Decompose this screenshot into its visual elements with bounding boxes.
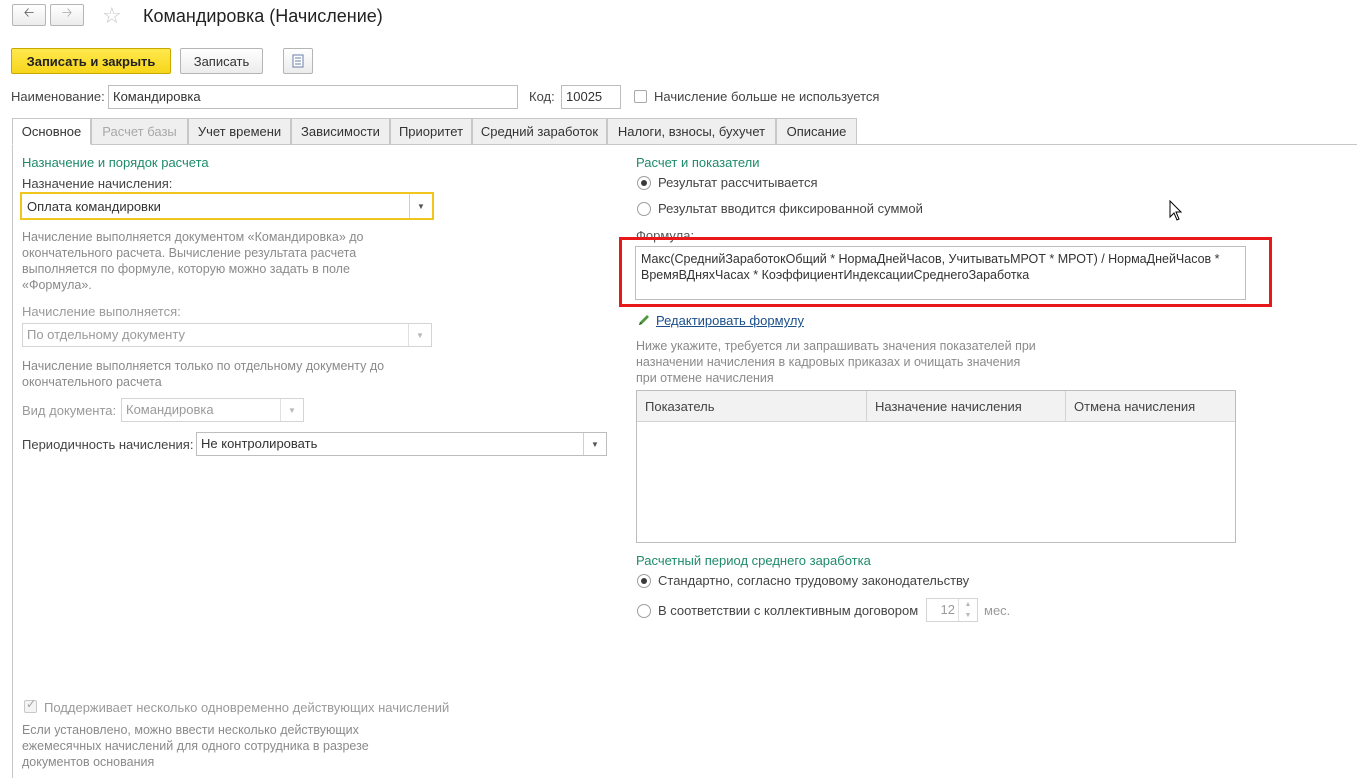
tab-dependencies[interactable]: Зависимости (291, 118, 390, 145)
multi-accrual-label: Поддерживает несколько одновременно дейс… (44, 700, 450, 715)
months-unit: мес. (984, 603, 1011, 618)
list-icon (292, 54, 304, 68)
purpose-note: Начисление выполняется документом «Коман… (22, 230, 364, 292)
chevron-down-icon: ▼ (280, 399, 303, 421)
name-label: Наименование: (11, 89, 105, 104)
purpose-section-title: Назначение и порядок расчета (22, 155, 209, 170)
periodicity-label: Периодичность начисления: (22, 437, 194, 452)
tab-time-accounting[interactable]: Учет времени (188, 118, 291, 145)
performed-select: По отдельному документу ▼ (22, 323, 432, 347)
radio-collective-label: В соответствии с коллективным договором (658, 603, 919, 618)
code-field[interactable]: 10025 (561, 85, 621, 109)
not-used-checkbox[interactable] (634, 90, 647, 103)
performed-label: Начисление выполняется: (22, 304, 181, 319)
radio-standard-label: Стандартно, согласно трудовому законодат… (658, 573, 970, 588)
tab-base-calculation[interactable]: Расчет базы (91, 118, 188, 145)
indicators-note: Ниже укажите, требуется ли запрашивать з… (636, 339, 1036, 385)
avg-period-section-title: Расчетный период среднего заработка (636, 553, 871, 568)
doc-type-select: Командировка ▼ (121, 398, 304, 422)
tab-priority[interactable]: Приоритет (390, 118, 472, 145)
back-button[interactable]: 🡠 (12, 4, 46, 26)
purpose-value: Оплата командировки (27, 199, 161, 214)
panel-left-border (12, 145, 13, 778)
chevron-down-icon[interactable]: ▼ (583, 433, 606, 455)
column-header-assignment[interactable]: Назначение начисления (867, 391, 1066, 422)
multi-accrual-checkbox: ✓ (24, 697, 37, 713)
periodicity-value: Не контролировать (201, 436, 318, 451)
performed-value: По отдельному документу (27, 327, 185, 342)
tab-average-earnings[interactable]: Средний заработок (472, 118, 607, 145)
radio-calculated-label: Результат рассчитывается (658, 175, 818, 190)
window-title: Командировка (Начисление) (143, 6, 383, 26)
forward-button[interactable]: 🡢 (50, 4, 84, 26)
radio-fixed-label: Результат вводится фиксированной суммой (658, 201, 923, 216)
cursor-icon (1169, 200, 1183, 221)
formula-highlight-frame (619, 237, 1272, 307)
chevron-down-icon[interactable]: ▼ (409, 194, 432, 218)
radio-calculated[interactable] (637, 176, 651, 190)
tab-main[interactable]: Основное (12, 118, 91, 145)
doc-type-label: Вид документа: (22, 403, 117, 418)
tab-bar-line (857, 144, 1357, 145)
purpose-select[interactable]: Оплата командировки ▼ (20, 192, 434, 220)
stepper-arrows-icon: ▲ ▼ (958, 599, 977, 621)
radio-collective[interactable] (637, 604, 651, 618)
tab-description[interactable]: Описание (776, 118, 857, 145)
pencil-icon (639, 315, 649, 325)
performed-note: Начисление выполняется только по отдельн… (22, 359, 385, 389)
months-value: 12 (940, 602, 955, 617)
more-actions-button[interactable] (283, 48, 313, 74)
tab-taxes[interactable]: Налоги, взносы, бухучет (607, 118, 776, 145)
column-header-indicator[interactable]: Показатель (637, 391, 867, 422)
purpose-label: Назначение начисления: (22, 176, 173, 191)
arrow-right-icon: 🡢 (61, 5, 73, 20)
save-and-close-button[interactable]: Записать и закрыть (11, 48, 171, 74)
radio-fixed[interactable] (637, 202, 651, 216)
edit-formula-link[interactable]: Редактировать формулу (656, 313, 804, 328)
chevron-down-icon: ▼ (408, 324, 431, 346)
code-label: Код: (529, 89, 555, 104)
calc-section-title: Расчет и показатели (636, 155, 760, 170)
radio-standard[interactable] (637, 574, 651, 588)
months-stepper: 12 ▲ ▼ (926, 598, 978, 622)
name-field[interactable]: Командировка (108, 85, 518, 109)
arrow-left-icon: 🡠 (23, 5, 35, 20)
indicators-table[interactable]: Показатель Назначение начисления Отмена … (636, 390, 1236, 543)
save-button[interactable]: Записать (180, 48, 263, 74)
star-icon[interactable]: ☆ (102, 3, 122, 29)
periodicity-select[interactable]: Не контролировать ▼ (196, 432, 607, 456)
not-used-label: Начисление больше не используется (654, 89, 880, 104)
check-icon: ✓ (26, 697, 37, 711)
column-header-cancellation[interactable]: Отмена начисления (1066, 391, 1235, 422)
doc-type-value: Командировка (126, 402, 214, 417)
multi-accrual-note: Если установлено, можно ввести несколько… (22, 723, 369, 769)
